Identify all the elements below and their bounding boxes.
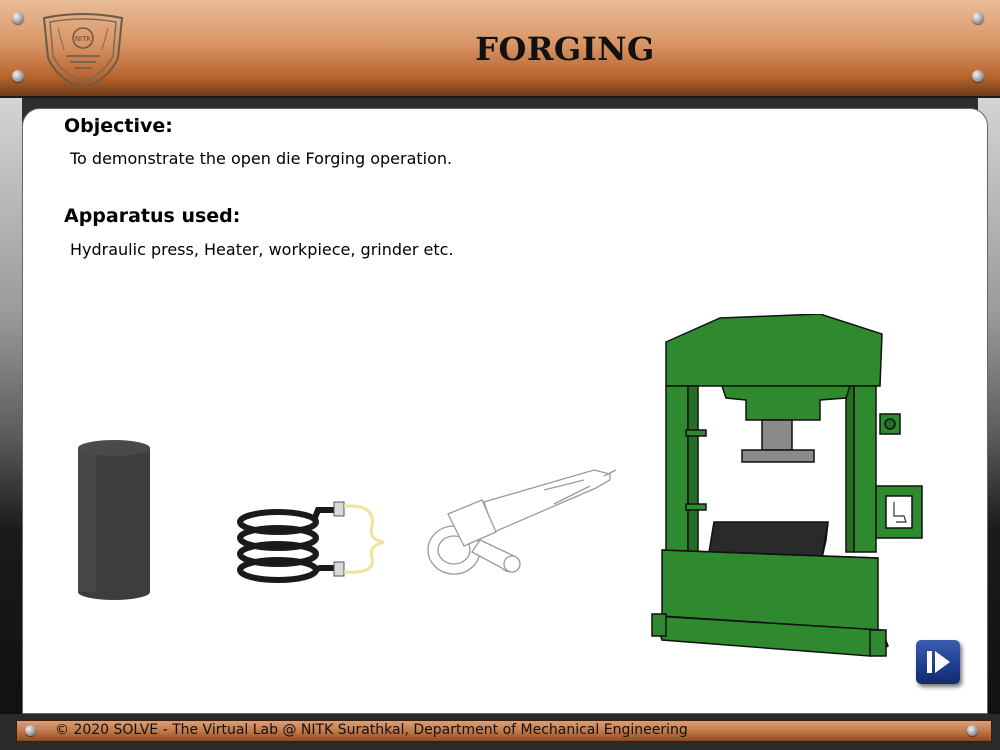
rivet-icon: [25, 725, 36, 736]
angle-grinder-icon[interactable]: [424, 466, 618, 580]
rivet-icon: [12, 70, 24, 82]
rivet-icon: [12, 12, 24, 24]
rivet-icon: [967, 725, 978, 736]
next-arrow-icon: [927, 651, 950, 673]
frame-left: [0, 98, 22, 716]
objective-text: To demonstrate the open die Forging oper…: [70, 149, 453, 168]
footer-bar: © 2020 SOLVE - The Virtual Lab @ NITK Su…: [16, 720, 992, 742]
rivet-icon: [972, 12, 984, 24]
header-bar: NITK FORGING: [0, 0, 1000, 98]
rivet-icon: [972, 70, 984, 82]
objective-heading: Objective:: [64, 115, 173, 137]
hydraulic-press-icon[interactable]: [650, 314, 934, 660]
copyright-text: © 2020 SOLVE - The Virtual Lab @ NITK Su…: [55, 722, 688, 738]
workpiece-icon[interactable]: [72, 436, 156, 606]
page-title: FORGING: [475, 30, 655, 68]
apparatus-heading: Apparatus used:: [64, 205, 241, 227]
next-button[interactable]: [916, 640, 960, 684]
heater-coil-icon[interactable]: [236, 496, 392, 586]
apparatus-text: Hydraulic press, Heater, workpiece, grin…: [70, 240, 454, 259]
